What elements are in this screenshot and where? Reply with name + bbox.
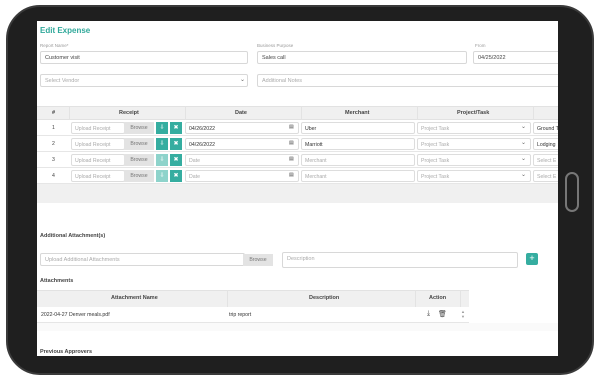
- vendor-select[interactable]: Select Vendor: [40, 74, 248, 87]
- attachments-header: [37, 290, 469, 307]
- upload-receipt-input[interactable]: Upload Receipt: [71, 138, 125, 150]
- upload-additional-input[interactable]: Upload Additional Attachments: [40, 253, 245, 266]
- col-date: Date: [235, 110, 247, 116]
- additional-attachments-title: Additional Attachment(s): [40, 233, 106, 239]
- upload-receipt-input[interactable]: Upload Receipt: [71, 154, 125, 166]
- project-task-select[interactable]: Project Task: [417, 154, 531, 166]
- merchant-input[interactable]: Merchant: [301, 170, 415, 182]
- row-number: 2: [52, 141, 55, 147]
- table-row: 2 Upload Receipt Browse ⇩ ✖ 04/26/2022 ▤…: [37, 136, 558, 152]
- download-icon[interactable]: ⇩: [156, 154, 168, 166]
- close-icon[interactable]: ✖: [170, 170, 182, 182]
- spacer: [37, 323, 558, 331]
- report-name-input[interactable]: Customer visit: [40, 51, 248, 64]
- browse-button[interactable]: Browse: [124, 170, 154, 182]
- row-number: 1: [52, 125, 55, 131]
- page-title: Edit Expense: [40, 26, 91, 35]
- chevron-down-icon[interactable]: ⌄: [521, 123, 526, 130]
- chevron-down-icon[interactable]: ⌄: [240, 76, 245, 83]
- from-label: From: [475, 43, 486, 48]
- business-purpose-input[interactable]: Sales call: [257, 51, 467, 64]
- description-textarea[interactable]: Description: [282, 252, 518, 268]
- expense-type-select[interactable]: Lodging: [533, 138, 558, 150]
- report-name-label: Report Name*: [40, 43, 69, 48]
- business-purpose-label: Business Purpose: [257, 43, 294, 48]
- trash-icon[interactable]: 🗑: [438, 310, 447, 318]
- date-input[interactable]: 04/26/2022: [185, 138, 299, 150]
- table-footer: [37, 184, 558, 203]
- row-number: 4: [52, 173, 55, 179]
- attachments-title: Attachments: [40, 278, 74, 284]
- table-row: 3 Upload Receipt Browse ⇩ ✖ Date ▤ Merch…: [37, 152, 558, 168]
- merchant-input[interactable]: Marriott: [301, 138, 415, 150]
- col-receipt: Receipt: [119, 110, 139, 116]
- col-num: #: [52, 110, 56, 116]
- previous-approvers-title: Previous Approvers: [40, 349, 93, 355]
- chevron-down-icon[interactable]: ⌄: [521, 139, 526, 146]
- table-row: 1 Upload Receipt Browse ⇩ ✖ 04/26/2022 ▤…: [37, 120, 558, 136]
- attachment-name[interactable]: 2022-04-27 Denver meals.pdf: [38, 309, 223, 321]
- browse-button[interactable]: Browse: [124, 138, 154, 150]
- download-icon[interactable]: ⇩: [156, 170, 168, 182]
- close-icon[interactable]: ✖: [170, 138, 182, 150]
- upload-receipt-input[interactable]: Upload Receipt: [71, 170, 125, 182]
- attachment-description: trip report: [229, 312, 252, 318]
- close-icon[interactable]: ✖: [170, 122, 182, 134]
- expense-type-select[interactable]: Select E: [533, 154, 558, 166]
- row-number: 3: [52, 157, 55, 163]
- table-row: 4 Upload Receipt Browse ⇩ ✖ Date ▤ Merch…: [37, 168, 558, 184]
- add-attachment-button[interactable]: +: [526, 253, 538, 265]
- browse-additional-button[interactable]: Browse: [243, 254, 273, 266]
- upload-receipt-input[interactable]: Upload Receipt: [71, 122, 125, 134]
- download-icon[interactable]: ⇩: [156, 122, 168, 134]
- screen: Edit Expense Report Name* Customer visit…: [37, 21, 558, 356]
- download-icon[interactable]: ⤓: [427, 310, 430, 318]
- table-row: 2022-04-27 Denver meals.pdf trip report …: [37, 307, 469, 323]
- col-description: Description: [309, 295, 340, 301]
- notes-input[interactable]: Additional Notes: [257, 74, 558, 87]
- merchant-input[interactable]: Uber: [301, 122, 415, 134]
- col-merchant: Merchant: [345, 110, 370, 116]
- scroll-arrows[interactable]: ▲ ▼: [461, 309, 465, 319]
- project-task-select[interactable]: Project Task: [417, 138, 531, 150]
- close-icon[interactable]: ✖: [170, 154, 182, 166]
- from-date-input[interactable]: 04/25/2022: [473, 51, 558, 64]
- project-task-select[interactable]: Project Task: [417, 122, 531, 134]
- date-input[interactable]: Date: [185, 154, 299, 166]
- browse-button[interactable]: Browse: [124, 122, 154, 134]
- calendar-icon[interactable]: ▤: [289, 172, 294, 178]
- calendar-icon[interactable]: ▤: [289, 124, 294, 130]
- col-action: Action: [429, 295, 447, 301]
- expense-type-select[interactable]: Ground T: [533, 122, 558, 134]
- calendar-icon[interactable]: ▤: [289, 156, 294, 162]
- date-input[interactable]: 04/26/2022: [185, 122, 299, 134]
- col-project: Project/Task: [457, 110, 490, 116]
- chevron-down-icon[interactable]: ⌄: [521, 171, 526, 178]
- col-attachment-name: Attachment Name: [111, 295, 158, 301]
- browse-button[interactable]: Browse: [124, 154, 154, 166]
- home-button[interactable]: [565, 172, 579, 212]
- merchant-input[interactable]: Merchant: [301, 154, 415, 166]
- expense-type-select[interactable]: Select E: [533, 170, 558, 182]
- download-icon[interactable]: ⇩: [156, 138, 168, 150]
- chevron-down-icon[interactable]: ⌄: [521, 155, 526, 162]
- project-task-select[interactable]: Project Task: [417, 170, 531, 182]
- calendar-icon[interactable]: ▤: [289, 140, 294, 146]
- date-input[interactable]: Date: [185, 170, 299, 182]
